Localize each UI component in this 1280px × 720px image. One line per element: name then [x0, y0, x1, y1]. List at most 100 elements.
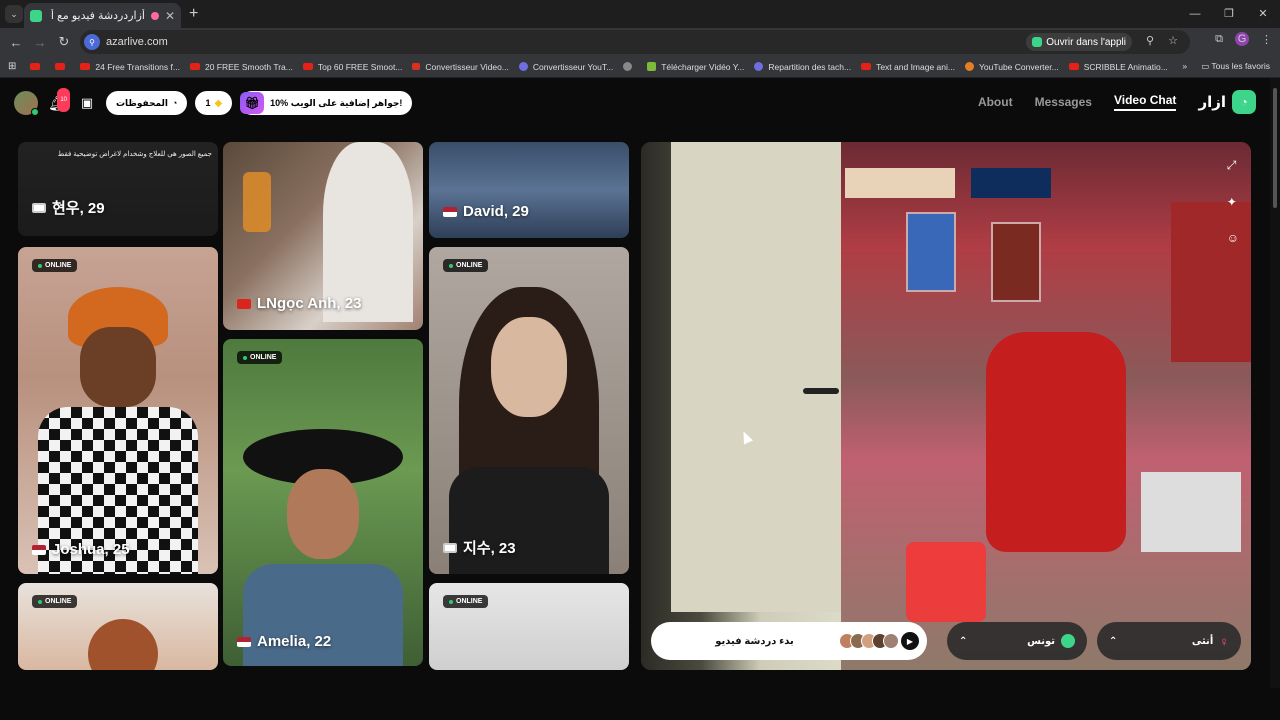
flag-kr-icon [32, 202, 46, 213]
start-video-chat-button[interactable]: بدء دردشة فيديو ▶ [651, 622, 927, 660]
country-filter-button[interactable]: ⌃ تونس [947, 622, 1087, 660]
video-preview[interactable]: ⤢ ✦ ☺ بدء دردشة فيديو ▶ ⌃ تونس ⌃ ♀ أنثى [641, 142, 1251, 670]
star-icon [965, 62, 974, 71]
download-icon [647, 62, 657, 71]
url-text: azarlive.com [106, 36, 168, 48]
browser-tab[interactable]: أزاردردشة فيديو مع أشخاص ✕ [24, 3, 181, 28]
profile-card[interactable]: David, 29 [429, 142, 629, 238]
online-badge: ONLINE [443, 259, 489, 272]
nav-video-chat[interactable]: Video Chat [1113, 93, 1177, 111]
azar-app-icon [1032, 37, 1043, 47]
profile-name: LNgọc Anh, 23 [257, 295, 362, 312]
player-card-shape [906, 212, 956, 292]
online-dot-icon [449, 263, 453, 268]
close-tab-icon[interactable]: ✕ [165, 9, 175, 23]
scrollbar-thumb[interactable] [1273, 88, 1277, 208]
open-in-app-button[interactable]: Ouvrir dans l'appli [1026, 33, 1132, 51]
clock-icon: ◔ [172, 98, 178, 108]
face-filter-icon[interactable]: ☺ [1227, 231, 1239, 245]
face-shape [491, 317, 567, 417]
apps-grid-icon[interactable]: ⊞ [8, 61, 16, 72]
online-badge: ONLINE [32, 259, 78, 272]
globe-icon [623, 62, 633, 71]
bookmark-item[interactable]: Convertisseur Video... [412, 62, 509, 72]
bookmark-item[interactable]: Télécharger Vidéo Y... [647, 62, 744, 72]
new-tab-button[interactable]: + [189, 5, 198, 23]
profile-card[interactable]: LNgọc Anh, 23 [223, 142, 423, 330]
promo-banner[interactable]: 🎁︎ 10% جواهر إضافية على الويب! [240, 91, 413, 115]
face-shape [80, 327, 156, 407]
female-icon: ♀ [1219, 633, 1229, 649]
nav-about[interactable]: About [978, 95, 1013, 109]
menu-icon[interactable]: ⋮ [1261, 33, 1272, 46]
scrollbar[interactable] [1270, 78, 1280, 688]
nav-messages[interactable]: Messages [1035, 95, 1092, 109]
bookmark-item[interactable]: SCRIBBLE Animatio... [1068, 61, 1168, 72]
avatar [883, 633, 899, 649]
bookmark-item[interactable] [623, 62, 637, 71]
bookmark-item[interactable] [30, 63, 45, 70]
cloud-icon [518, 62, 528, 71]
avatar[interactable] [14, 91, 39, 116]
promo-label: 10% جواهر إضافية على الويب! [270, 97, 403, 108]
profile-card[interactable]: جميع الصور هي للعلاج وشخدام لاغراض توضيح… [18, 142, 218, 236]
shop-button[interactable]: ▣ [76, 92, 98, 114]
gems-button[interactable]: 1 ◆ [195, 91, 233, 115]
open-in-app-label: Ouvrir dans l'appli [1046, 36, 1126, 48]
profile-card[interactable]: ONLINE Amelia, 22 [223, 339, 423, 666]
z-icon [412, 63, 421, 70]
azar-logo[interactable]: ازار ◔ [1198, 90, 1256, 114]
bookmark-item[interactable] [55, 63, 70, 70]
logo-text: ازار [1198, 94, 1226, 111]
youtube-icon [861, 63, 872, 70]
flag-us-icon [237, 636, 251, 647]
notifications-button[interactable]: 🔔︎ 10 [46, 88, 70, 114]
bookmark-item[interactable]: Top 60 FREE Smoot... [302, 62, 402, 72]
gems-count: 1 [205, 98, 211, 108]
gaming-chair-shape [986, 332, 1126, 552]
chevron-up-icon: ⌃ [1109, 635, 1118, 647]
bookmark-item[interactable]: 24 Free Transitions f... [80, 62, 180, 72]
toolbar: ← → ↻ ⚲ azarlive.com Ouvrir dans l'appli… [0, 28, 1280, 56]
saved-button[interactable]: المحفوظات ◔ [106, 91, 188, 115]
profile-card[interactable]: ONLINE 지수, 23 [429, 247, 629, 574]
tab-search-button[interactable]: ⌄ [5, 5, 23, 23]
back-icon[interactable]: ← [4, 35, 28, 50]
profile-card[interactable]: ONLINE [429, 583, 629, 670]
flag-kr-icon [443, 542, 457, 553]
minimize-icon[interactable]: — [1178, 0, 1212, 28]
gender-filter-button[interactable]: ⌃ ♀ أنثى [1097, 622, 1241, 660]
online-label: ONLINE [45, 598, 72, 605]
more-bookmarks-icon[interactable]: » [1182, 61, 1187, 72]
reload-icon[interactable]: ↻ [52, 34, 76, 50]
online-dot-icon [38, 263, 42, 268]
site-info-icon[interactable]: ⚲ [84, 34, 100, 50]
bookmark-star-icon[interactable]: ☆ [1168, 34, 1178, 47]
bookmark-item[interactable]: Text and Image ani... [861, 62, 955, 72]
bookmark-item[interactable]: 20 FREE Smooth Tra... [189, 62, 293, 72]
extensions-icon[interactable]: ⧉ [1215, 33, 1223, 46]
youtube-icon [80, 63, 91, 70]
bookmark-label: SCRIBBLE Animatio... [1083, 61, 1168, 72]
all-bookmarks-folder[interactable]: ▭ Tous les favoris [1201, 61, 1270, 72]
youtube-icon [30, 63, 41, 70]
forward-icon[interactable]: → [28, 35, 52, 50]
profile-card[interactable]: ONLINE Joshua, 25 [18, 247, 218, 574]
profile-card[interactable]: ONLINE [18, 583, 218, 670]
close-window-icon[interactable]: ✕ [1246, 0, 1280, 28]
flag-us-icon [32, 544, 46, 555]
profile-avatar[interactable]: G [1235, 32, 1249, 46]
zoom-icon[interactable]: ⚲ [1146, 34, 1154, 47]
bookmark-label: Convertisseur YouT... [532, 61, 614, 72]
profile-name-row: David, 29 [443, 203, 529, 220]
bookmark-item[interactable]: YouTube Converter... [965, 62, 1059, 72]
avatar-stack [839, 633, 899, 649]
bookmark-item[interactable]: Repartition des tach... [754, 62, 851, 72]
restore-icon[interactable]: ❐ [1212, 0, 1246, 28]
address-bar[interactable]: ⚲ azarlive.com Ouvrir dans l'appli ⚲ ☆ [80, 30, 1190, 54]
window-controls: — ❐ ✕ [1178, 0, 1280, 28]
bookmark-item[interactable]: Convertisseur YouT... [518, 61, 614, 72]
bookmarks-bar: ⊞ 24 Free Transitions f... 20 FREE Smoot… [0, 56, 1280, 78]
magic-wand-icon[interactable]: ✦ [1227, 195, 1239, 209]
expand-icon[interactable]: ⤢ [1227, 158, 1239, 173]
